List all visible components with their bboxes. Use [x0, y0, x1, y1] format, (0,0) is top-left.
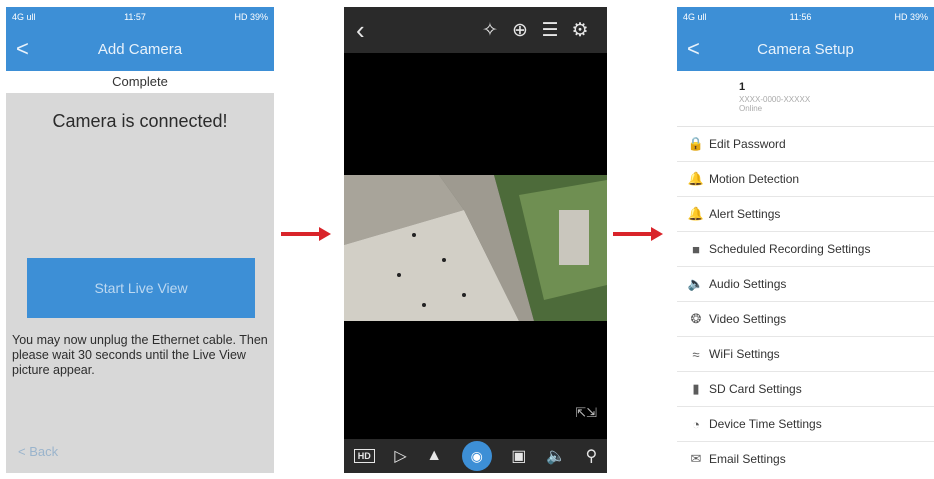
menu-item-label: Video Settings	[709, 312, 787, 326]
mail-icon: ✉	[690, 451, 702, 466]
flip-icon[interactable]: ▷	[394, 446, 406, 466]
menu-item-video-settings[interactable]: ❂ Video Settings	[677, 302, 934, 337]
menu-item-label: WiFi Settings	[709, 347, 780, 361]
menu-item-scheduled-recording-settings[interactable]: ■ Scheduled Recording Settings	[677, 232, 934, 267]
video-feed[interactable]	[344, 175, 607, 321]
menu-item-email-settings[interactable]: ✉ Email Settings	[677, 442, 934, 473]
live-view-toolbar: ‹ ✧ ⊕ ☰ ⚙	[344, 7, 607, 53]
clock: 11:57	[124, 12, 146, 22]
device-id: XXXX-0000-XXXXX	[739, 95, 811, 104]
microphone-icon[interactable]: ⚲	[585, 446, 597, 466]
add-camera-header: 4G ull 11:57 HD 39% < Add Camera	[6, 7, 274, 71]
video-icon: ■	[692, 241, 700, 257]
menu-item-wifi-settings[interactable]: ≈ WiFi Settings	[677, 337, 934, 372]
flow-arrow-1	[281, 227, 331, 241]
bell-icon: 🔔	[687, 206, 705, 221]
connected-heading: Camera is connected!	[52, 111, 228, 131]
settings-menu: 🔒 Edit Password 🔔 Motion Detection 🔔 Alert Se…	[677, 127, 934, 473]
menu-item-label: Email Settings	[709, 452, 786, 466]
fullscreen-icon[interactable]: ⇱⇲	[575, 405, 597, 421]
menu-item-label: Audio Settings	[709, 277, 787, 291]
instructions-text: You may now unplug the Ethernet cable. T…	[12, 333, 268, 377]
speaker-icon[interactable]: 🔈	[546, 446, 566, 466]
nav-bar: < Add Camera	[6, 27, 274, 71]
camera-image	[344, 175, 607, 321]
signal-status: 4G ull	[12, 12, 36, 22]
back-link[interactable]: < Back	[18, 444, 58, 459]
menu-item-device-time-settings[interactable]: ◔ Device Time Settings	[677, 407, 934, 442]
battery-status: HD 39%	[894, 12, 928, 22]
start-live-view-button[interactable]: Start Live View	[27, 258, 255, 318]
device-status: Online	[739, 104, 763, 113]
settings-icon[interactable]: ⚙	[565, 19, 595, 42]
status-bar: 4G ull 11:57 HD 39%	[6, 7, 274, 27]
status-bar: 4G ull 11:56 HD 39%	[677, 7, 934, 27]
clock: 11:56	[789, 12, 812, 22]
sd-card-icon: ▮	[692, 381, 700, 396]
ptz-icon[interactable]: ✧	[475, 19, 505, 42]
adjust-icon[interactable]: ☰	[535, 19, 565, 42]
menu-item-audio-settings[interactable]: 🔈 Audio Settings	[677, 267, 934, 302]
menu-item-label: SD Card Settings	[709, 382, 802, 396]
mirror-icon[interactable]: ▲	[426, 447, 442, 465]
menu-item-motion-detection[interactable]: 🔔 Motion Detection	[677, 162, 934, 197]
hd-icon[interactable]: HD	[353, 449, 375, 463]
add-camera-screen: 4G ull 11:57 HD 39% < Add Camera Complet…	[6, 7, 274, 473]
device-info[interactable]: 1 XXXX-0000-XXXXX Online	[677, 71, 934, 127]
bell-icon: 🔔	[687, 171, 705, 186]
speaker-icon: 🔈	[687, 276, 705, 291]
page-title: Camera Setup	[757, 40, 854, 58]
clock-icon: ◔	[692, 416, 700, 432]
live-view-screen: ‹ ✧ ⊕ ☰ ⚙ ⇱⇲ HD ▷ ▲ ◉ ▣ 🔈 ⚲	[344, 7, 607, 473]
flow-arrow-2	[613, 227, 663, 241]
page-title: Add Camera	[97, 40, 183, 58]
zoom-icon[interactable]: ⊕	[505, 19, 535, 42]
menu-item-label: Edit Password	[709, 137, 786, 151]
menu-item-label: Scheduled Recording Settings	[709, 242, 871, 256]
signal-status: 4G ull	[683, 12, 707, 22]
live-view-controls: HD ▷ ▲ ◉ ▣ 🔈 ⚲	[344, 439, 607, 473]
step-label: Complete	[6, 71, 274, 93]
menu-item-label: Device Time Settings	[709, 417, 822, 431]
snapshot-icon[interactable]: ◉	[461, 441, 492, 471]
menu-item-label: Alert Settings	[709, 207, 781, 221]
menu-item-edit-password[interactable]: 🔒 Edit Password	[677, 127, 934, 162]
lock-icon: 🔒	[687, 136, 705, 151]
menu-item-alert-settings[interactable]: 🔔 Alert Settings	[677, 197, 934, 232]
nav-bar: < Camera Setup	[677, 27, 934, 71]
camera-setup-screen: 4G ull 11:56 HD 39% < Camera Setup 1 XXX…	[677, 7, 934, 473]
film-reel-icon: ❂	[690, 311, 702, 326]
menu-item-label: Motion Detection	[709, 172, 800, 186]
camera-setup-header: 4G ull 11:56 HD 39% < Camera Setup	[677, 7, 934, 71]
back-icon[interactable]: ‹	[356, 15, 365, 46]
device-name: 1	[739, 81, 746, 93]
wifi-icon: ≈	[692, 346, 700, 362]
menu-item-sd-card-settings[interactable]: ▮ SD Card Settings	[677, 372, 934, 407]
battery-status: HD 39%	[234, 12, 268, 22]
record-icon[interactable]: ▣	[511, 446, 526, 466]
